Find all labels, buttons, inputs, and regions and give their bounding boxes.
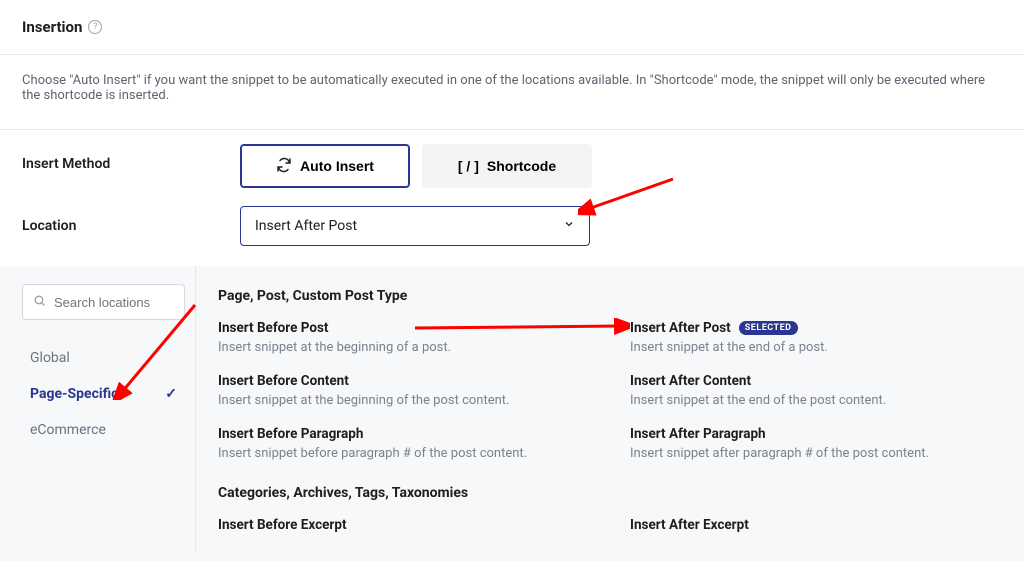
location-option[interactable]: Insert After Excerpt [630, 517, 1002, 533]
sidebar-item-ecommerce[interactable]: eCommerce [22, 412, 185, 448]
section-description: Choose "Auto Insert" if you want the sni… [0, 55, 1024, 130]
location-dropdown[interactable]: Insert After Post [240, 206, 590, 246]
location-option-title: Insert Before Excerpt [218, 517, 590, 533]
location-label: Location [22, 206, 240, 234]
location-option[interactable]: Insert After Paragraph Insert snippet af… [630, 426, 1002, 461]
panel-column-right: Insert After Excerpt [630, 517, 1002, 533]
location-option[interactable]: Insert Before Excerpt [218, 517, 590, 533]
selected-badge: SELECTED [739, 321, 798, 335]
search-locations-input-wrapper[interactable] [22, 284, 185, 320]
location-option-title: Insert After Content [630, 373, 1002, 389]
refresh-icon [276, 157, 292, 176]
location-option-desc: Insert snippet at the end of the post co… [630, 393, 1002, 408]
check-icon: ✓ [165, 386, 177, 402]
chevron-down-icon [563, 218, 575, 234]
shortcode-icon: [ / ] [458, 158, 479, 174]
search-icon [33, 294, 46, 311]
location-option-title: Insert After Post SELECTED [630, 320, 1002, 336]
sidebar-categories-list: Global Page-Specific ✓ eCommerce [22, 340, 185, 448]
location-option-title: Insert Before Content [218, 373, 590, 389]
help-icon[interactable]: ? [88, 20, 102, 34]
panel-column-left: Insert Before Excerpt [218, 517, 590, 533]
location-option-selected[interactable]: Insert After Post SELECTED Insert snippe… [630, 320, 1002, 355]
location-option-title: Insert After Paragraph [630, 426, 1002, 442]
section-header: Insertion ? [0, 0, 1024, 55]
section-title: Insertion [22, 18, 82, 36]
location-option-desc: Insert snippet at the beginning of a pos… [218, 340, 590, 355]
panel-group-title: Page, Post, Custom Post Type [218, 288, 1002, 304]
location-option-title: Insert Before Post [218, 320, 590, 336]
auto-insert-button[interactable]: Auto Insert [240, 144, 410, 188]
sidebar-item-global[interactable]: Global [22, 340, 185, 376]
location-option-title: Insert Before Paragraph [218, 426, 590, 442]
panel-columns: Insert Before Excerpt Insert After Excer… [218, 517, 1002, 533]
location-option[interactable]: Insert Before Paragraph Insert snippet b… [218, 426, 590, 461]
panel-columns: Insert Before Post Insert snippet at the… [218, 320, 1002, 479]
panel-column-right: Insert After Post SELECTED Insert snippe… [630, 320, 1002, 479]
location-option-desc: Insert snippet before paragraph # of the… [218, 446, 590, 461]
sidebar-item-label: Global [30, 350, 70, 366]
row-location: Location Insert After Post [0, 192, 1024, 250]
location-option[interactable]: Insert Before Post Insert snippet at the… [218, 320, 590, 355]
panel-group-title: Categories, Archives, Tags, Taxonomies [218, 485, 1002, 501]
location-option[interactable]: Insert After Content Insert snippet at t… [630, 373, 1002, 408]
sidebar-item-page-specific[interactable]: Page-Specific ✓ [22, 376, 185, 412]
location-option-title-text: Insert After Post [630, 320, 731, 336]
sidebar-item-label: Page-Specific [30, 386, 118, 402]
location-dropdown-value: Insert After Post [255, 218, 357, 234]
shortcode-label: Shortcode [487, 158, 556, 174]
location-option-desc: Insert snippet after paragraph # of the … [630, 446, 1002, 461]
auto-insert-label: Auto Insert [300, 158, 374, 174]
row-insert-method: Insert Method Auto Insert [ / ] Shortcod… [0, 130, 1024, 192]
location-option-title: Insert After Excerpt [630, 517, 1002, 533]
location-option-desc: Insert snippet at the end of a post. [630, 340, 1002, 355]
sidebar-item-label: eCommerce [30, 422, 106, 438]
location-dropdown-panel: Global Page-Specific ✓ eCommerce Page, P… [0, 266, 1024, 561]
locations-panel-main: Page, Post, Custom Post Type Insert Befo… [196, 266, 1024, 551]
insert-method-label: Insert Method [22, 144, 240, 172]
shortcode-button[interactable]: [ / ] Shortcode [422, 144, 592, 188]
location-option-desc: Insert snippet at the beginning of the p… [218, 393, 590, 408]
insert-method-group: Auto Insert [ / ] Shortcode [240, 144, 592, 188]
location-option[interactable]: Insert Before Content Insert snippet at … [218, 373, 590, 408]
locations-sidebar: Global Page-Specific ✓ eCommerce [0, 266, 196, 551]
panel-column-left: Insert Before Post Insert snippet at the… [218, 320, 590, 479]
search-locations-input[interactable] [54, 295, 174, 310]
